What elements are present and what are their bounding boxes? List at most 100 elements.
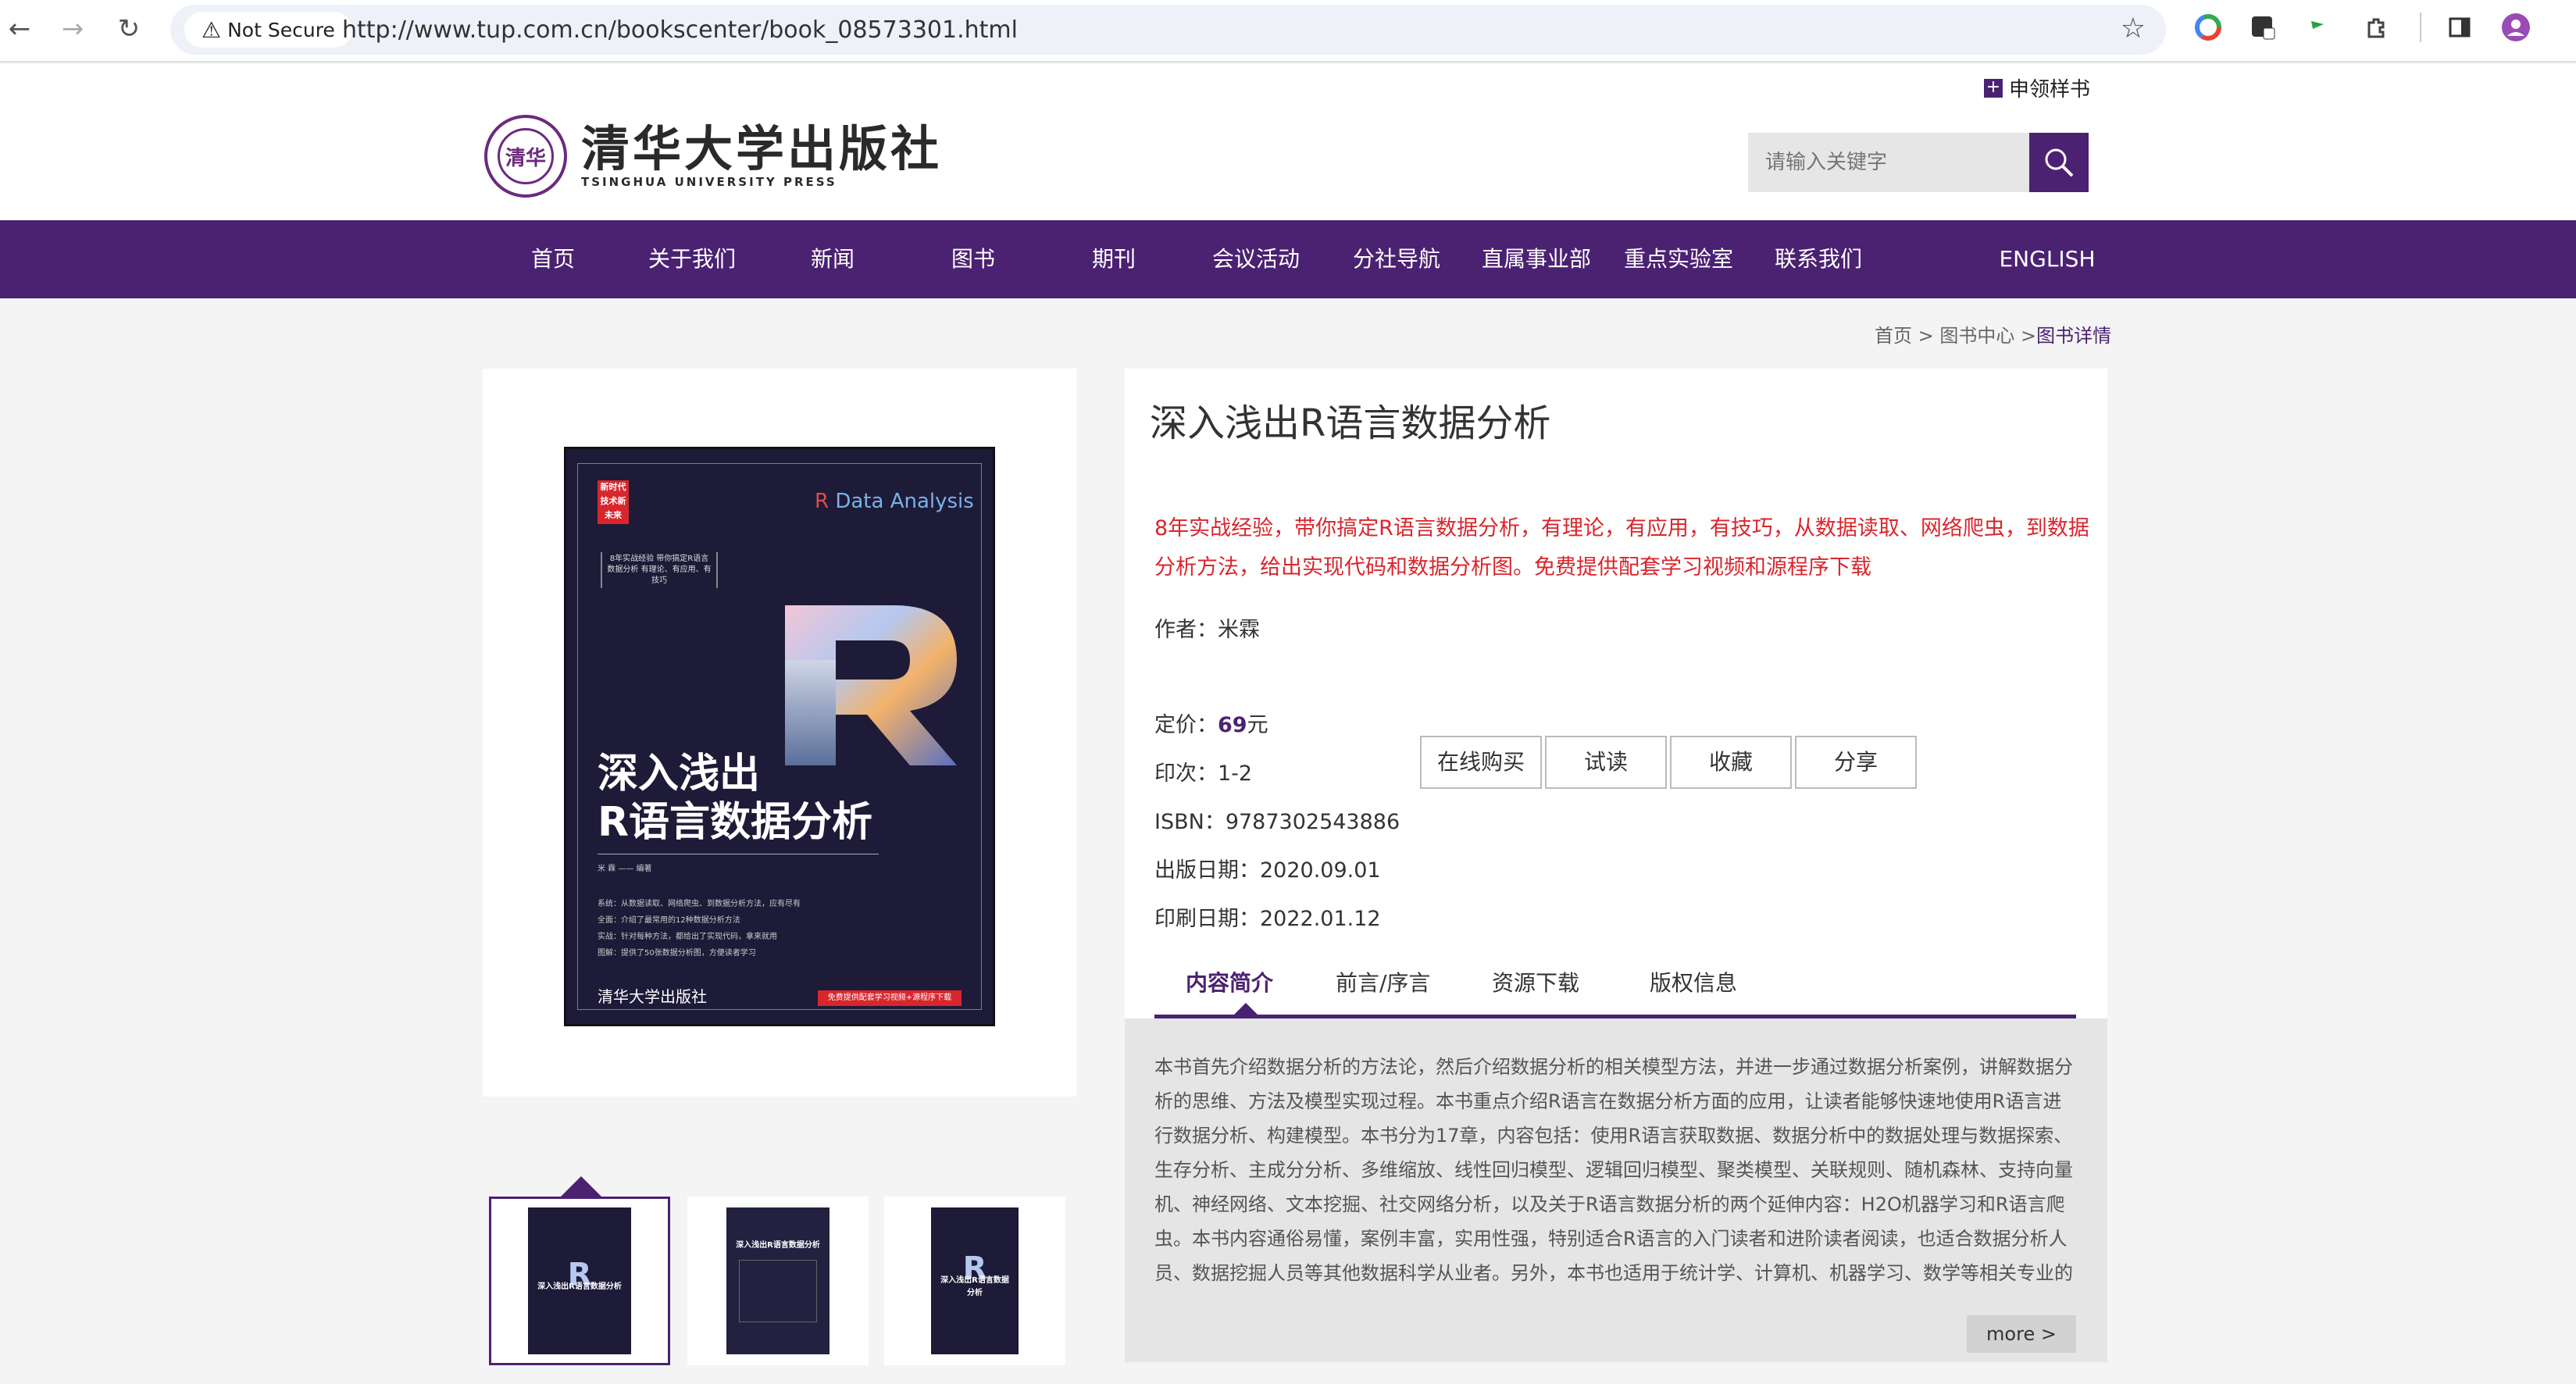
nav-item-english[interactable]: ENGLISH [1989, 220, 2106, 298]
back-icon[interactable]: ← [2, 11, 37, 47]
book-print-date: 印刷日期：2022.01.12 [1154, 901, 1381, 932]
tab-downloads[interactable]: 资源下载 [1492, 956, 1579, 1012]
thumbnail-title: 深入浅出R语言数据分析 [736, 1241, 820, 1250]
nav-item-home[interactable]: 首页 [500, 220, 606, 298]
breadcrumb-current: 图书详情 [2036, 325, 2112, 347]
book-author: 作者：米霖 [1154, 612, 1260, 643]
cover-free-resources-stamp: 免费提供配套学习视频+源程序下载 [818, 990, 962, 1006]
author-label: 作者： [1154, 618, 1218, 642]
nav-item-news[interactable]: 新闻 [780, 220, 886, 298]
thumbnail-front-image: R 深入浅出R语言数据分析 [528, 1207, 631, 1354]
profile-avatar-icon[interactable] [2498, 9, 2534, 45]
thumbnail-back[interactable]: 深入浅出R语言数据分析 [687, 1197, 869, 1365]
nav-item-contact[interactable]: 联系我们 [1764, 220, 1873, 298]
cover-publisher: 清华大学出版社 [598, 987, 707, 1006]
url-text[interactable]: http://www.tup.com.cn/bookscenter/book_0… [342, 16, 1018, 44]
search-button[interactable] [2029, 133, 2089, 192]
request-sample-label: 申领样书 [2009, 78, 2091, 102]
reload-icon[interactable]: ↻ [111, 11, 147, 47]
detail-tabs: 内容简介 前言/序言 资源下载 版权信息 [1154, 956, 2076, 1018]
extension-flag-icon[interactable] [2299, 9, 2335, 45]
print-run-label: 印次： [1154, 762, 1218, 786]
print-date-value: 2022.01.12 [1260, 907, 1381, 931]
browser-toolbar: ← → ↻ ⚠ Not Secure http://www.tup.com.cn… [0, 0, 2576, 62]
extensions-puzzle-icon[interactable] [2359, 9, 2395, 45]
cover-bullet: 全面：介绍了最常用的12种数据分析方法 [598, 916, 740, 925]
thumbnail-back-text-block [739, 1260, 817, 1322]
book-info-panel: 深入浅出R语言数据分析 8年实战经验，带你搞定R语言数据分析，有理论，有应用，有… [1125, 369, 2107, 1018]
isbn-label: ISBN： [1154, 810, 1226, 834]
price-unit: 元 [1247, 713, 1268, 737]
cover-series-suffix: Data Analysis [829, 490, 974, 513]
thumbnail-back-image: 深入浅出R语言数据分析 [726, 1207, 830, 1354]
security-indicator[interactable]: ⚠ Not Secure [184, 12, 352, 48]
book-description: 本书首先介绍数据分析的方法论，然后介绍数据分析的相关模型方法，并进一步通过数据分… [1154, 1056, 2073, 1284]
thumbnail-r-letter: R [567, 1257, 592, 1293]
thumbnail-front[interactable]: R 深入浅出R语言数据分析 [489, 1197, 670, 1365]
tab-preface[interactable]: 前言/序言 [1336, 956, 1430, 1012]
site-header: + 申领样书 清华 清华大学出版社 TSINGHUA UNIVERSITY PR… [0, 64, 2576, 220]
cover-bullet: 图解：提供了50张数据分析图，方便读者学习 [598, 949, 756, 958]
search-icon [2045, 148, 2074, 177]
side-panel-icon[interactable] [2442, 9, 2478, 45]
book-print-run: 印次：1-2 [1154, 756, 1252, 787]
nav-item-branches[interactable]: 分社导航 [1342, 220, 1451, 298]
breadcrumb-home[interactable]: 首页 [1875, 325, 1912, 347]
cover-title: 深入浅出 R语言数据分析 [598, 750, 872, 847]
active-tab-pointer [1233, 1003, 1259, 1016]
nav-item-about[interactable]: 关于我们 [639, 220, 745, 298]
tab-introduction[interactable]: 内容简介 [1186, 956, 1273, 1012]
share-button[interactable]: 分享 [1795, 736, 1917, 789]
search-box [1748, 133, 2089, 192]
breadcrumb-separator: > [1912, 325, 1940, 347]
forward-icon[interactable]: → [55, 11, 91, 47]
cover-series-prefix: R [815, 490, 830, 513]
price-value: 69 [1218, 713, 1247, 737]
book-isbn: ISBN：9787302543886 [1154, 804, 1400, 835]
request-sample-link[interactable]: + 申领样书 [1984, 73, 2090, 102]
logo-chinese-name: 清华大学出版社 [581, 120, 943, 177]
site-logo[interactable]: 清华 清华大学出版社 TSINGHUA UNIVERSITY PRESS [484, 115, 942, 198]
cover-author: 米 霖 —— 编著 [598, 865, 652, 873]
isbn-value: 9787302543886 [1225, 810, 1400, 834]
thumbnail-angle-image: R 深入浅出R语言数据分析 [931, 1207, 1019, 1354]
nav-item-events[interactable]: 会议活动 [1201, 220, 1311, 298]
buy-online-button[interactable]: 在线购买 [1420, 736, 1542, 789]
seal-text: 清华 [498, 128, 554, 184]
trial-read-button[interactable]: 试读 [1545, 736, 1667, 789]
thumbnail-pointer [561, 1176, 601, 1197]
favorite-button[interactable]: 收藏 [1670, 736, 1792, 789]
book-cover-image: 新时代技术新未来 R Data Analysis 8年实战经验 带你搞定R语言数… [564, 447, 995, 1026]
nav-item-journals[interactable]: 期刊 [1061, 220, 1167, 298]
cover-panel: 新时代技术新未来 R Data Analysis 8年实战经验 带你搞定R语言数… [483, 369, 1076, 1097]
address-bar[interactable]: ⚠ Not Secure http://www.tup.com.cn/books… [170, 5, 2166, 55]
search-input[interactable] [1748, 133, 2029, 192]
publish-date-value: 2020.09.01 [1260, 858, 1381, 883]
security-label: Not Secure [227, 18, 335, 41]
cover-bullets: 系统：从数据读取、网络爬虫、到数据分析方法，应有尽有 全面：介绍了最常用的12种… [598, 896, 801, 961]
more-button[interactable]: more > [1967, 1315, 2076, 1353]
book-title: 深入浅出R语言数据分析 [1150, 401, 1551, 445]
book-price: 定价：69元 [1154, 708, 1268, 738]
warning-icon: ⚠ [202, 16, 222, 43]
cover-title-line1: 深入浅出 [598, 751, 761, 797]
thumbnail-spine[interactable]: R 深入浅出R语言数据分析 [884, 1197, 1065, 1365]
bookmark-star-icon[interactable]: ☆ [2121, 12, 2146, 45]
cover-bullet: 实战：针对每种方法，都给出了实现代码，拿来就用 [598, 933, 777, 941]
thumbnail-title: 深入浅出R语言数据分析 [537, 1282, 622, 1291]
author-value[interactable]: 米霖 [1218, 618, 1260, 642]
tab-copyright[interactable]: 版权信息 [1650, 956, 1737, 1012]
cover-series-tag: 新时代技术新未来 [598, 480, 629, 524]
cover-blurb: 8年实战经验 带你搞定R语言数据分析 有理论、有应用、有技巧 [601, 552, 718, 588]
main-nav: 首页 关于我们 新闻 图书 期刊 会议活动 分社导航 直属事业部 重点实验室 联… [0, 220, 2576, 298]
cover-title-line2: R语言数据分析 [598, 799, 873, 846]
print-date-label: 印刷日期： [1154, 907, 1260, 931]
extension-badge-icon[interactable] [2245, 9, 2281, 45]
extension-color-icon[interactable] [2190, 9, 2226, 45]
nav-item-labs[interactable]: 重点实验室 [1620, 220, 1737, 298]
nav-item-divisions[interactable]: 直属事业部 [1478, 220, 1595, 298]
nav-item-books[interactable]: 图书 [920, 220, 1026, 298]
breadcrumb-book-center[interactable]: 图书中心 [1939, 325, 2014, 347]
price-label: 定价： [1154, 713, 1218, 737]
thumbnail-r-letter: R [962, 1250, 987, 1286]
